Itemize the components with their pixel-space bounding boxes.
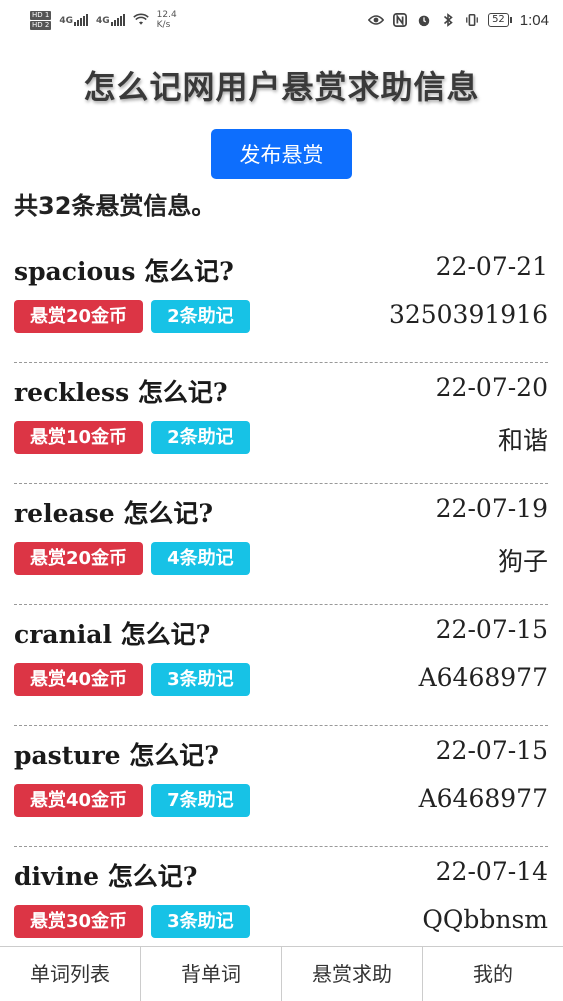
publish-bounty-button[interactable]: 发布悬赏	[211, 129, 352, 179]
sim1-badge: HD 1	[30, 10, 52, 20]
bounty-user: 和谐	[497, 426, 548, 455]
reward-badge: 悬赏30金币	[14, 905, 144, 938]
bounty-word[interactable]: release 怎么记?	[14, 494, 213, 530]
network-type-1: 4G	[59, 16, 73, 26]
nav-word-list[interactable]: 单词列表	[0, 947, 141, 1001]
bounty-word[interactable]: reckless 怎么记?	[14, 373, 228, 409]
bounty-user: 3250391916	[388, 300, 548, 329]
wifi-icon	[132, 13, 149, 25]
status-time: 1:04	[519, 11, 549, 29]
bounty-date: 22-07-21	[435, 252, 548, 281]
vibrate-icon	[466, 13, 478, 27]
nav-bounty-help[interactable]: 悬赏求助	[282, 947, 423, 1001]
bounty-date: 22-07-14	[435, 857, 548, 886]
bounty-user: 狗子	[497, 547, 548, 576]
bounty-user: A6468977	[418, 663, 548, 692]
bounty-date: 22-07-20	[435, 373, 548, 402]
nfc-icon	[393, 13, 408, 27]
network-speed: 12.4 K/s	[157, 10, 177, 30]
status-bar-left: HD 1 HD 2 4G 4G 12.4 K/s	[30, 10, 177, 30]
signal-2: 4G	[96, 14, 125, 26]
notes-badge[interactable]: 3条助记	[151, 663, 250, 696]
bounty-list: spacious 怎么记? 22-07-21 悬赏20金币 2条助记 32503…	[14, 242, 548, 968]
reward-badge: 悬赏40金币	[14, 784, 144, 817]
battery-level: 52	[488, 13, 509, 27]
page-title: 怎么记网用户悬赏求助信息	[83, 68, 480, 106]
notes-badge[interactable]: 7条助记	[151, 784, 250, 817]
reward-badge: 悬赏40金币	[14, 663, 144, 696]
network-speed-value: 12.4	[156, 10, 177, 20]
badge-group: 悬赏20金币 4条助记	[14, 542, 250, 575]
battery-icon: 52	[488, 13, 512, 27]
signal-1: 4G	[59, 14, 88, 26]
signal-bars-1-icon	[74, 14, 88, 26]
sim-indicators: HD 1 HD 2	[30, 10, 52, 30]
status-bar: HD 1 HD 2 4G 4G 12.4 K/s 52 1:04	[0, 0, 563, 40]
eye-icon	[368, 15, 385, 25]
bounty-date: 22-07-19	[435, 494, 548, 523]
sim2-badge: HD 2	[30, 20, 52, 30]
reward-badge: 悬赏20金币	[14, 542, 144, 575]
network-type-2: 4G	[96, 16, 110, 26]
status-bar-right: 52 1:04	[368, 12, 549, 29]
list-item[interactable]: release 怎么记? 22-07-19 悬赏20金币 4条助记 狗子	[14, 484, 548, 605]
network-speed-unit: K/s	[156, 20, 171, 30]
badge-group: 悬赏40金币 3条助记	[14, 663, 250, 696]
list-item[interactable]: cranial 怎么记? 22-07-15 悬赏40金币 3条助记 A64689…	[14, 605, 548, 726]
reward-badge: 悬赏10金币	[14, 421, 144, 454]
badge-group: 悬赏10金币 2条助记	[14, 421, 250, 454]
badge-group: 悬赏40金币 7条助记	[14, 784, 250, 817]
notes-badge[interactable]: 2条助记	[151, 300, 250, 333]
bounty-word[interactable]: spacious 怎么记?	[14, 252, 234, 288]
bounty-count: 共32条悬赏信息。	[14, 192, 216, 220]
bounty-word[interactable]: divine 怎么记?	[14, 857, 197, 893]
list-item[interactable]: pasture 怎么记? 22-07-15 悬赏40金币 7条助记 A64689…	[14, 726, 548, 847]
badge-group: 悬赏20金币 2条助记	[14, 300, 250, 333]
bottom-nav: 单词列表 背单词 悬赏求助 我的	[0, 946, 563, 1001]
bounty-user: A6468977	[418, 784, 548, 813]
notes-badge[interactable]: 2条助记	[151, 421, 250, 454]
nav-me[interactable]: 我的	[423, 947, 563, 1001]
bounty-date: 22-07-15	[435, 736, 548, 765]
alarm-icon	[418, 15, 430, 27]
notes-badge[interactable]: 3条助记	[151, 905, 250, 938]
signal-bars-2-icon	[110, 14, 125, 26]
bounty-word[interactable]: cranial 怎么记?	[14, 615, 210, 651]
bounty-word[interactable]: pasture 怎么记?	[14, 736, 219, 772]
list-item[interactable]: spacious 怎么记? 22-07-21 悬赏20金币 2条助记 32503…	[14, 242, 548, 363]
nav-memorize-words[interactable]: 背单词	[141, 947, 282, 1001]
reward-badge: 悬赏20金币	[14, 300, 144, 333]
notes-badge[interactable]: 4条助记	[151, 542, 250, 575]
bounty-date: 22-07-15	[435, 615, 548, 644]
badge-group: 悬赏30金币 3条助记	[14, 905, 250, 938]
list-item[interactable]: reckless 怎么记? 22-07-20 悬赏10金币 2条助记 和谐	[14, 363, 548, 484]
bluetooth-icon	[444, 13, 453, 27]
bounty-user: QQbbnsm	[422, 905, 548, 934]
